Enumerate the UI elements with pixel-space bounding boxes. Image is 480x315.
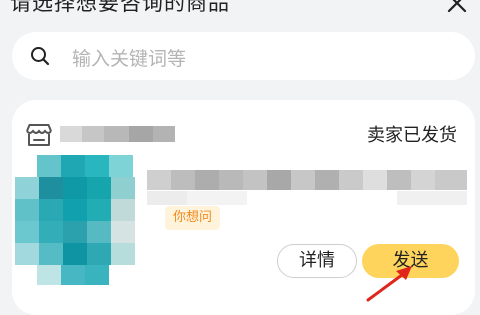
shop-name-redacted bbox=[60, 126, 175, 142]
product-picker-sheet: 请选择想要咨询的商品 输入关键词等 卖家已发货 你想问 详情 发送 bbox=[0, 0, 480, 315]
search-input[interactable]: 输入关键词等 bbox=[12, 32, 475, 80]
close-icon[interactable] bbox=[446, 0, 468, 14]
shop-icon bbox=[26, 124, 52, 146]
search-placeholder: 输入关键词等 bbox=[72, 48, 187, 70]
order-status: 卖家已发货 bbox=[367, 125, 457, 146]
details-button[interactable]: 详情 bbox=[277, 244, 357, 278]
product-image-redacted bbox=[15, 155, 155, 285]
sheet-title: 请选择想要咨询的商品 bbox=[10, 0, 230, 15]
product-title-redacted bbox=[147, 170, 467, 190]
product-spec-redacted bbox=[147, 191, 467, 205]
ask-tag[interactable]: 你想问 bbox=[165, 206, 221, 230]
search-icon bbox=[31, 47, 50, 66]
annotation-arrow-icon bbox=[366, 266, 412, 302]
